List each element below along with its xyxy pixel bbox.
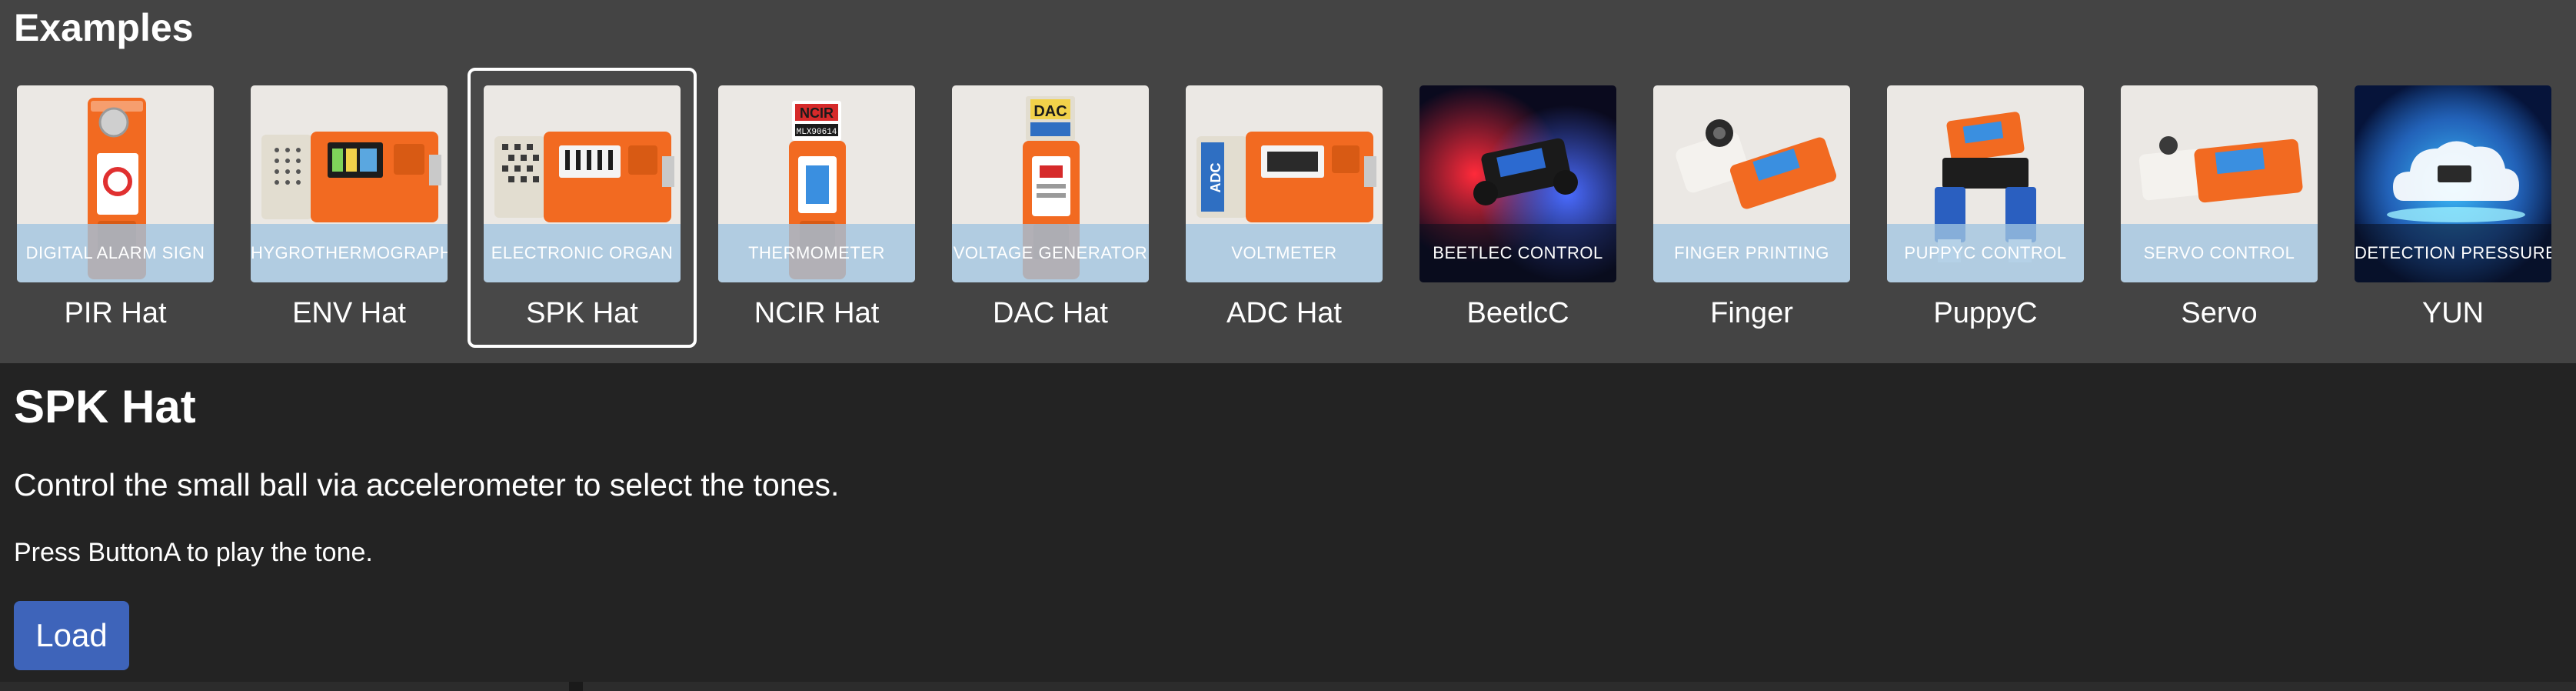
- dac-sticker-text: DAC: [1033, 103, 1067, 120]
- example-label: SPK Hat: [526, 297, 638, 329]
- example-thumbnail: SERVO CONTROL: [2121, 85, 2318, 282]
- example-label: DAC Hat: [993, 297, 1108, 329]
- example-thumbnail: ELECTRONIC ORGAN: [484, 85, 681, 282]
- example-detail-title: SPK Hat: [14, 381, 196, 432]
- load-button[interactable]: Load: [14, 601, 129, 670]
- example-caption: HYGROTHERMOGRAPH: [251, 224, 448, 282]
- example-caption: PUPPYC CONTROL: [1887, 224, 2084, 282]
- example-card-ncir-hat[interactable]: NCIR MLX90614 THERMOMETER NCIR Hat: [702, 68, 931, 348]
- example-caption: DIGITAL ALARM SIGN: [17, 224, 214, 282]
- example-label: BeetlcC: [1466, 297, 1569, 329]
- example-thumbnail: PUPPYC CONTROL: [1887, 85, 2084, 282]
- example-thumbnail: NCIR MLX90614 THERMOMETER: [718, 85, 915, 282]
- example-label: YUN: [2421, 297, 2484, 329]
- example-thumbnail: BEETLEC CONTROL: [1419, 85, 1616, 282]
- example-detail-note: Press ButtonA to play the tone.: [14, 538, 373, 567]
- examples-title: Examples: [14, 6, 194, 49]
- bottom-pane-edge: [0, 682, 2576, 691]
- example-card-dac-hat[interactable]: DAC VOLTAGE GENERATOR DAC Hat: [936, 68, 1165, 348]
- example-thumbnail: DIGITAL ALARM SIGN: [17, 85, 214, 282]
- example-card-beetlcc[interactable]: BEETLEC CONTROL BeetlcC: [1403, 68, 1632, 348]
- example-thumbnail: HYGROTHERMOGRAPH: [251, 85, 448, 282]
- example-label: Finger: [1710, 297, 1793, 329]
- example-thumbnail: ADC VOLTMETER: [1186, 85, 1383, 282]
- example-caption: BEETLEC CONTROL: [1419, 224, 1616, 282]
- example-caption: ELECTRONIC ORGAN: [484, 224, 681, 282]
- example-label: Servo: [2181, 297, 2258, 329]
- example-thumbnail: DETECTION PRESSURE: [2355, 85, 2551, 282]
- example-card-yun[interactable]: DETECTION PRESSURE YUN: [2338, 68, 2568, 348]
- example-card-puppyc[interactable]: PUPPYC CONTROL PuppyC: [1871, 68, 2100, 348]
- example-label: NCIR Hat: [754, 297, 880, 329]
- example-card-finger[interactable]: FINGER PRINTING Finger: [1637, 68, 1866, 348]
- bottom-pane-segment: [0, 682, 569, 691]
- examples-panel: Examples DIGITAL ALARM SIGN PIR Hat HYGR…: [0, 0, 2576, 363]
- example-caption: VOLTMETER: [1186, 224, 1383, 282]
- example-card-spk-hat[interactable]: ELECTRONIC ORGAN SPK Hat: [468, 68, 697, 348]
- example-detail-description: Control the small ball via accelerometer…: [14, 467, 840, 502]
- example-caption: THERMOMETER: [718, 224, 915, 282]
- example-label: ADC Hat: [1226, 297, 1342, 329]
- example-thumbnail: DAC VOLTAGE GENERATOR: [952, 85, 1149, 282]
- example-caption: SERVO CONTROL: [2121, 224, 2318, 282]
- example-card-adc-hat[interactable]: ADC VOLTMETER ADC Hat: [1170, 68, 1399, 348]
- examples-gallery: DIGITAL ALARM SIGN PIR Hat HYGROTHERMOGR…: [0, 68, 2576, 352]
- example-label: ENV Hat: [292, 297, 406, 329]
- bottom-pane-segment: [583, 682, 2576, 691]
- example-caption: FINGER PRINTING: [1653, 224, 1850, 282]
- example-caption: VOLTAGE GENERATOR: [952, 224, 1149, 282]
- example-card-servo[interactable]: SERVO CONTROL Servo: [2105, 68, 2334, 348]
- example-label: PIR Hat: [64, 297, 167, 329]
- example-thumbnail: FINGER PRINTING: [1653, 85, 1850, 282]
- example-caption: DETECTION PRESSURE: [2355, 224, 2551, 282]
- example-card-env-hat[interactable]: HYGROTHERMOGRAPH ENV Hat: [235, 68, 464, 348]
- ncir-sticker-text: NCIR: [800, 105, 834, 121]
- example-label: PuppyC: [1933, 297, 2038, 329]
- ncir-sensor-code: MLX90614: [797, 128, 837, 137]
- example-card-pir-hat[interactable]: DIGITAL ALARM SIGN PIR Hat: [1, 68, 230, 348]
- adc-sticker-text: ADC: [1208, 163, 1223, 193]
